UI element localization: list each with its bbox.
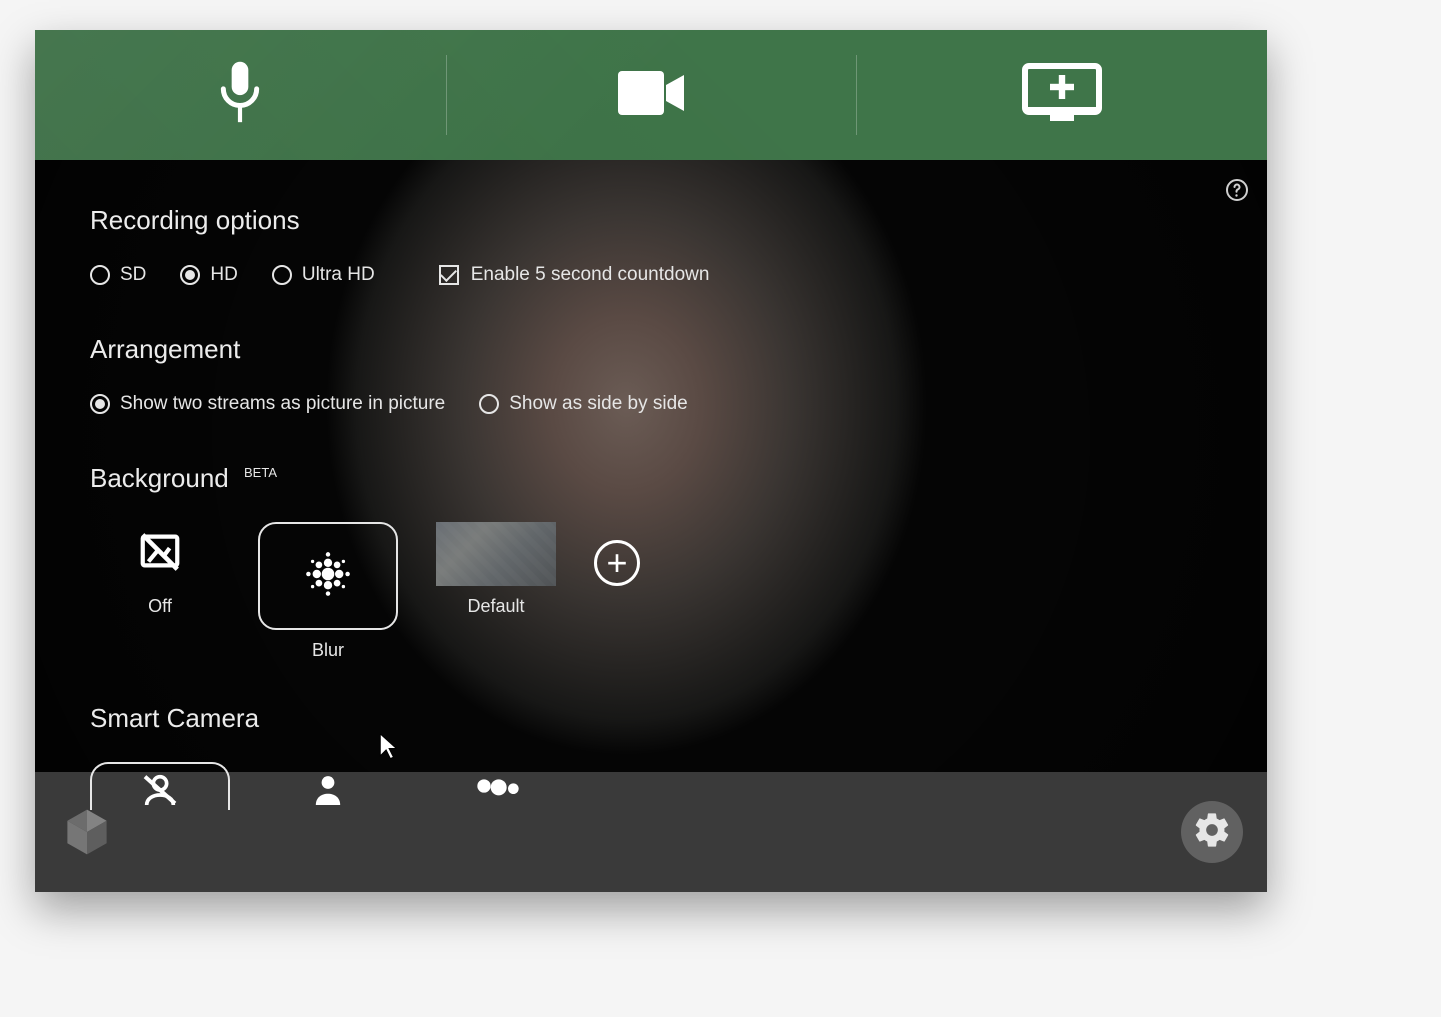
beta-badge: BETA: [244, 465, 277, 480]
radio-hd[interactable]: HD: [180, 264, 237, 286]
video-camera-icon: [618, 71, 684, 120]
radio-pip[interactable]: Show two streams as picture in picture: [90, 393, 445, 415]
checkbox-label: Enable 5 second countdown: [471, 264, 710, 286]
settings-panel: Recording options SD HD Ultra HD Enable …: [35, 160, 1267, 772]
tab-screen[interactable]: [856, 30, 1267, 160]
person-off-icon: [140, 773, 180, 812]
topbar: [35, 30, 1267, 160]
no-image-icon: [137, 529, 183, 580]
tile-label: Blur: [312, 640, 344, 661]
recorder-window: Recording options SD HD Ultra HD Enable …: [35, 30, 1267, 892]
tab-video[interactable]: [446, 30, 857, 160]
radio-label: Show two streams as picture in picture: [120, 393, 445, 415]
radio-sd[interactable]: SD: [90, 264, 146, 286]
section-title-arrangement: Arrangement: [90, 334, 1212, 365]
people-icon: [472, 777, 520, 808]
smartcam-off[interactable]: [90, 762, 230, 810]
default-bg-thumb-icon: [436, 522, 556, 586]
checkbox-countdown[interactable]: Enable 5 second countdown: [439, 264, 710, 286]
section-title-recording: Recording options: [90, 205, 1212, 236]
section-title-smartcamera: Smart Camera: [90, 703, 1212, 734]
tile-label: Default: [467, 596, 524, 617]
section-title-background: Background BETA: [90, 463, 1212, 494]
radio-label: SD: [120, 264, 146, 286]
background-off[interactable]: Off: [90, 522, 230, 617]
radio-sidebyside[interactable]: Show as side by side: [479, 393, 688, 415]
add-background-button[interactable]: [594, 540, 640, 586]
radio-ultrahd[interactable]: Ultra HD: [272, 264, 375, 286]
radio-label: HD: [210, 264, 237, 286]
help-icon[interactable]: [1225, 178, 1249, 202]
tab-audio[interactable]: [35, 30, 446, 160]
background-blur[interactable]: Blur: [258, 522, 398, 661]
radio-label: Show as side by side: [509, 393, 688, 415]
smartcam-single[interactable]: [258, 762, 398, 822]
blur-icon: [300, 546, 356, 607]
person-icon: [314, 775, 342, 810]
add-screen-icon: [1022, 63, 1102, 128]
radio-label: Ultra HD: [302, 264, 375, 286]
background-default[interactable]: Default: [426, 522, 566, 617]
microphone-icon: [215, 59, 265, 132]
tile-label: Off: [148, 596, 172, 617]
plus-icon: [606, 545, 627, 581]
smartcam-multi[interactable]: [426, 762, 566, 822]
